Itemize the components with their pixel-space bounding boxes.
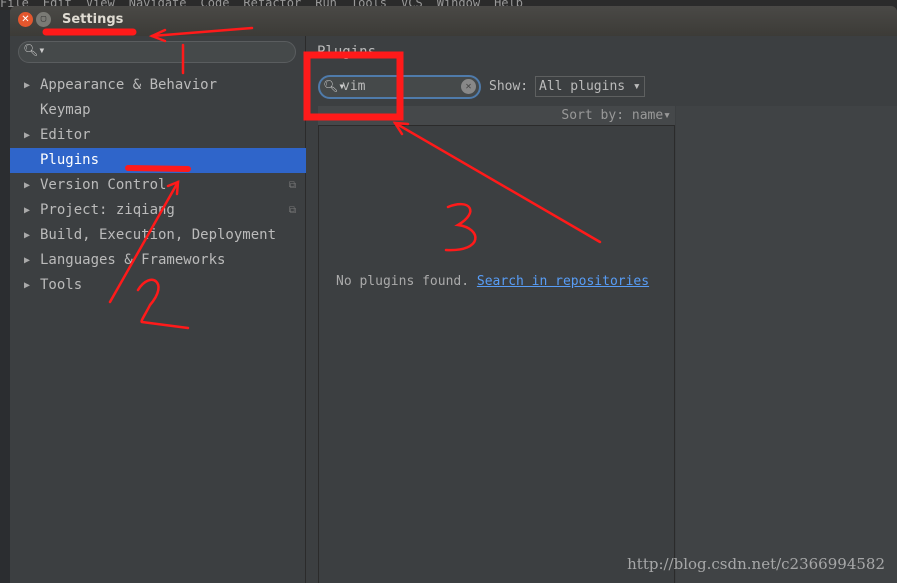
sidebar-item-appearance-behavior[interactable]: ▶ Appearance & Behavior (10, 73, 306, 98)
expand-arrow-icon[interactable]: ▶ (24, 173, 30, 198)
ide-background (0, 10, 10, 583)
plugins-panel: Plugins 🔍︎▾ ✕ Show: All plugins ▾ Sort b… (307, 36, 897, 583)
maximize-button[interactable]: ▢ (36, 12, 51, 27)
sidebar-item-label: Plugins (40, 152, 100, 168)
sidebar-item-plugins[interactable]: Plugins (10, 148, 306, 173)
settings-search-input[interactable]: 🔍︎▾ (18, 41, 296, 63)
no-plugins-text: No plugins found. (336, 274, 470, 289)
show-filter-value: All plugins (539, 79, 626, 94)
sidebar-item-label: Project: ziqiang (40, 202, 175, 218)
plugin-search-input[interactable] (342, 79, 462, 94)
title-bar: ✕ ▢ Settings (10, 6, 897, 36)
sidebar-item-label: Editor (40, 127, 91, 143)
sidebar-item-build-execution-deployment[interactable]: ▶ Build, Execution, Deployment (10, 223, 306, 248)
window-title: Settings (62, 12, 124, 27)
sidebar-item-languages-frameworks[interactable]: ▶ Languages & Frameworks (10, 248, 306, 273)
sidebar-item-label: Keymap (40, 102, 91, 118)
sidebar-item-project-ziqiang[interactable]: ▶ Project: ziqiang ⧉ (10, 198, 306, 223)
show-label: Show: (489, 79, 529, 94)
settings-sidebar: 🔍︎▾ ▶ Appearance & Behavior Keymap ▶ Editor P… (10, 36, 306, 583)
sidebar-item-tools[interactable]: ▶ Tools (10, 273, 306, 298)
sidebar-item-editor[interactable]: ▶ Editor (10, 123, 306, 148)
empty-message: No plugins found. Search in repositories (336, 274, 649, 289)
settings-tree: ▶ Appearance & Behavior Keymap ▶ Editor Plugi… (10, 73, 306, 298)
expand-arrow-icon[interactable]: ▶ (24, 223, 30, 248)
sort-dropdown[interactable]: Sort by: name▾ (318, 106, 675, 126)
watermark: http://blog.csdn.net/c2366994582 (627, 555, 885, 573)
close-button[interactable]: ✕ (18, 12, 33, 27)
sidebar-item-label: Appearance & Behavior (40, 77, 218, 93)
sort-label: Sort by: name (561, 108, 664, 123)
search-icon: 🔍︎▾ (23, 43, 46, 57)
expand-arrow-icon[interactable]: ▶ (24, 198, 30, 223)
sidebar-item-keymap[interactable]: Keymap (10, 98, 306, 123)
expand-arrow-icon[interactable]: ▶ (24, 73, 30, 98)
sidebar-item-label: Build, Execution, Deployment (40, 227, 277, 243)
show-filter-dropdown[interactable]: All plugins ▾ (535, 76, 645, 97)
sidebar-item-version-control[interactable]: ▶ Version Control ⧉ (10, 173, 306, 198)
project-level-icon: ⧉ (288, 205, 296, 216)
clear-icon[interactable]: ✕ (461, 79, 476, 94)
sidebar-item-label: Languages & Frameworks (40, 252, 226, 268)
expand-arrow-icon[interactable]: ▶ (24, 248, 30, 273)
sidebar-item-label: Version Control (40, 177, 167, 193)
plugin-search-field[interactable]: 🔍︎▾ ✕ (318, 75, 481, 99)
plugin-detail-pane (676, 106, 897, 583)
chevron-down-icon: ▾ (632, 79, 641, 94)
plugin-list: No plugins found. Search in repositories (318, 126, 675, 583)
sidebar-item-label: Tools (40, 277, 83, 293)
expand-arrow-icon[interactable]: ▶ (24, 123, 30, 148)
project-level-icon: ⧉ (288, 180, 296, 191)
search-repositories-link[interactable]: Search in repositories (477, 274, 649, 289)
chevron-down-icon: ▾ (663, 108, 671, 123)
expand-arrow-icon[interactable]: ▶ (24, 273, 30, 298)
page-title: Plugins (317, 44, 377, 60)
